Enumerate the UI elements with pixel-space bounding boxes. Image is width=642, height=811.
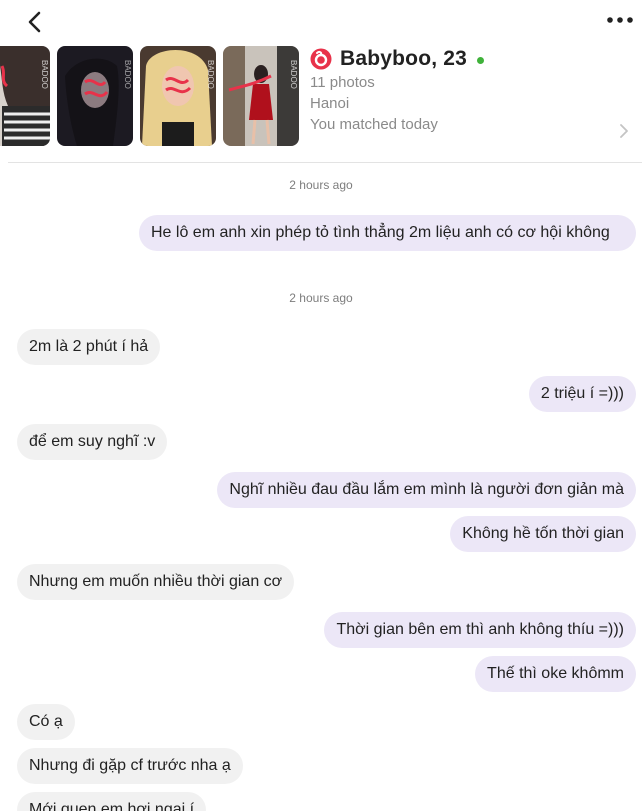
message-bubble-incoming[interactable]: Có ạ <box>17 704 75 740</box>
name-row: Babyboo, 23 <box>310 46 610 72</box>
profile-city: Hanoi <box>310 95 350 112</box>
message-bubble-outgoing[interactable]: Nghĩ nhiều đau đầu lắm em mình là người … <box>217 472 636 508</box>
profile-photo-thumb[interactable]: BADOO <box>57 46 133 146</box>
top-bar <box>0 0 642 42</box>
photo-watermark: BADOO <box>40 60 49 89</box>
badoo-logo-icon <box>310 48 332 70</box>
message-timestamp: 2 hours ago <box>289 291 353 305</box>
header-divider <box>8 162 642 163</box>
message-bubble-outgoing[interactable]: He lô em anh xin phép tỏ tình thẳng 2m l… <box>139 215 636 251</box>
message-bubble-outgoing[interactable]: Không hề tốn thời gian <box>450 516 636 552</box>
message-bubble-incoming[interactable]: Mới quen em hơi ngại í <box>17 792 207 811</box>
profile-photo-thumb[interactable]: BADOO <box>223 46 299 146</box>
photo-watermark: BADOO <box>206 60 215 89</box>
online-indicator <box>477 56 485 64</box>
profile-name: Babyboo, 23 <box>340 47 468 70</box>
photo-count: 11 photos <box>310 74 375 91</box>
match-profile-header[interactable]: BADOO BADOO BADOO BADOO Babyboo, 23 11 p… <box>0 42 642 162</box>
message-bubble-outgoing[interactable]: 2 triệu í =))) <box>528 376 636 412</box>
photo-watermark: BADOO <box>289 60 298 89</box>
more-horizontal-icon[interactable] <box>606 12 634 28</box>
profile-photo-thumb[interactable]: BADOO <box>140 46 216 146</box>
message-bubble-outgoing[interactable]: Thế thì oke khômm <box>475 656 636 692</box>
profile-info: Babyboo, 23 11 photos Hanoi You matched … <box>310 46 610 135</box>
chevron-right-icon[interactable] <box>618 122 630 140</box>
message-bubble-incoming[interactable]: để em suy nghĩ :v <box>17 424 168 460</box>
message-timestamp: 2 hours ago <box>289 178 353 192</box>
message-bubble-incoming[interactable]: Nhưng đi gặp cf trước nha ạ <box>17 748 243 784</box>
photo-watermark: BADOO <box>123 60 132 89</box>
chevron-left-icon[interactable] <box>22 8 50 36</box>
profile-photo-thumb[interactable]: BADOO <box>0 46 50 146</box>
message-bubble-outgoing[interactable]: Thời gian bên em thì anh không thíu =))) <box>324 612 636 648</box>
message-bubble-incoming[interactable]: Nhưng em muốn nhiều thời gian cơ <box>17 564 295 600</box>
message-bubble-incoming[interactable]: 2m là 2 phút í hả <box>17 329 161 365</box>
match-status: You matched today <box>310 116 438 133</box>
